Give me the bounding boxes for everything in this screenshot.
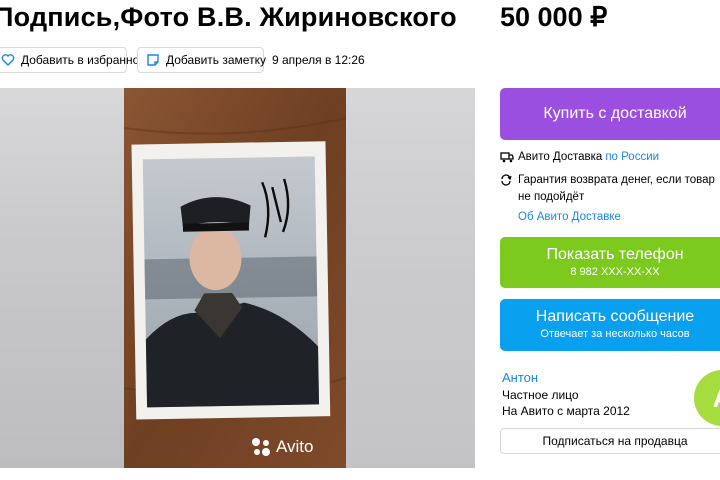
write-message-button[interactable]: Написать сообщение Отвечает за несколько…: [500, 299, 720, 351]
listing-date: 9 апреля в 12:26: [272, 53, 365, 67]
refresh-icon: [500, 174, 516, 186]
avatar-letter: А: [713, 383, 720, 414]
guarantee-text-1: Гарантия возврата денег, если товар: [518, 174, 715, 186]
add-note-button[interactable]: Добавить заметку: [137, 47, 266, 73]
guarantee-text-2: не подойдёт: [518, 191, 585, 203]
avito-watermark: Avito: [250, 436, 314, 458]
show-phone-button[interactable]: Показать телефон 8 982 XXX-XX-XX: [500, 237, 720, 288]
seller-name-link[interactable]: Антон: [502, 370, 538, 385]
heart-icon: [1, 53, 15, 67]
subscribe-seller-button[interactable]: Подписаться на продавца: [500, 428, 720, 454]
note-label: Добавить заметку: [166, 53, 266, 67]
guarantee-row: Гарантия возврата денег, если товар: [500, 174, 715, 186]
avito-logo-icon: [250, 436, 272, 458]
truck-icon: [500, 151, 516, 163]
seller-since: На Авито с марта 2012: [502, 404, 630, 418]
write-message-label: Написать сообщение: [535, 308, 695, 325]
favorite-label: Добавить в избранное: [21, 53, 146, 67]
seller-avatar[interactable]: А: [694, 370, 720, 426]
add-to-favorites-button[interactable]: Добавить в избранное: [0, 47, 146, 73]
avito-watermark-text: Avito: [276, 437, 314, 456]
delivery-prefix: Авито Доставка: [518, 151, 603, 163]
gallery-blur-left: [0, 88, 124, 468]
listing-photo[interactable]: [123, 88, 347, 468]
phone-number-masked: 8 982 XXX-XX-XX: [570, 266, 660, 278]
about-delivery-link[interactable]: Об Авито Доставке: [518, 211, 621, 223]
listing-price: 50 000 ₽: [500, 2, 608, 32]
buy-with-delivery-button[interactable]: Купить с доставкой: [500, 88, 720, 140]
delivery-row: Авито Доставка по России: [500, 151, 659, 163]
listing-title: Подпись,Фото В.В. Жириновского: [0, 2, 457, 32]
delivery-region-link[interactable]: по России: [605, 151, 659, 163]
gallery-blur-right: [346, 88, 475, 468]
note-icon: [146, 53, 160, 67]
photo-gallery[interactable]: Avito: [0, 88, 475, 468]
photo-illustration: [123, 88, 347, 468]
show-phone-label: Показать телефон: [546, 246, 684, 263]
response-time: Отвечает за несколько часов: [540, 328, 690, 340]
seller-type: Частное лицо: [502, 388, 579, 402]
